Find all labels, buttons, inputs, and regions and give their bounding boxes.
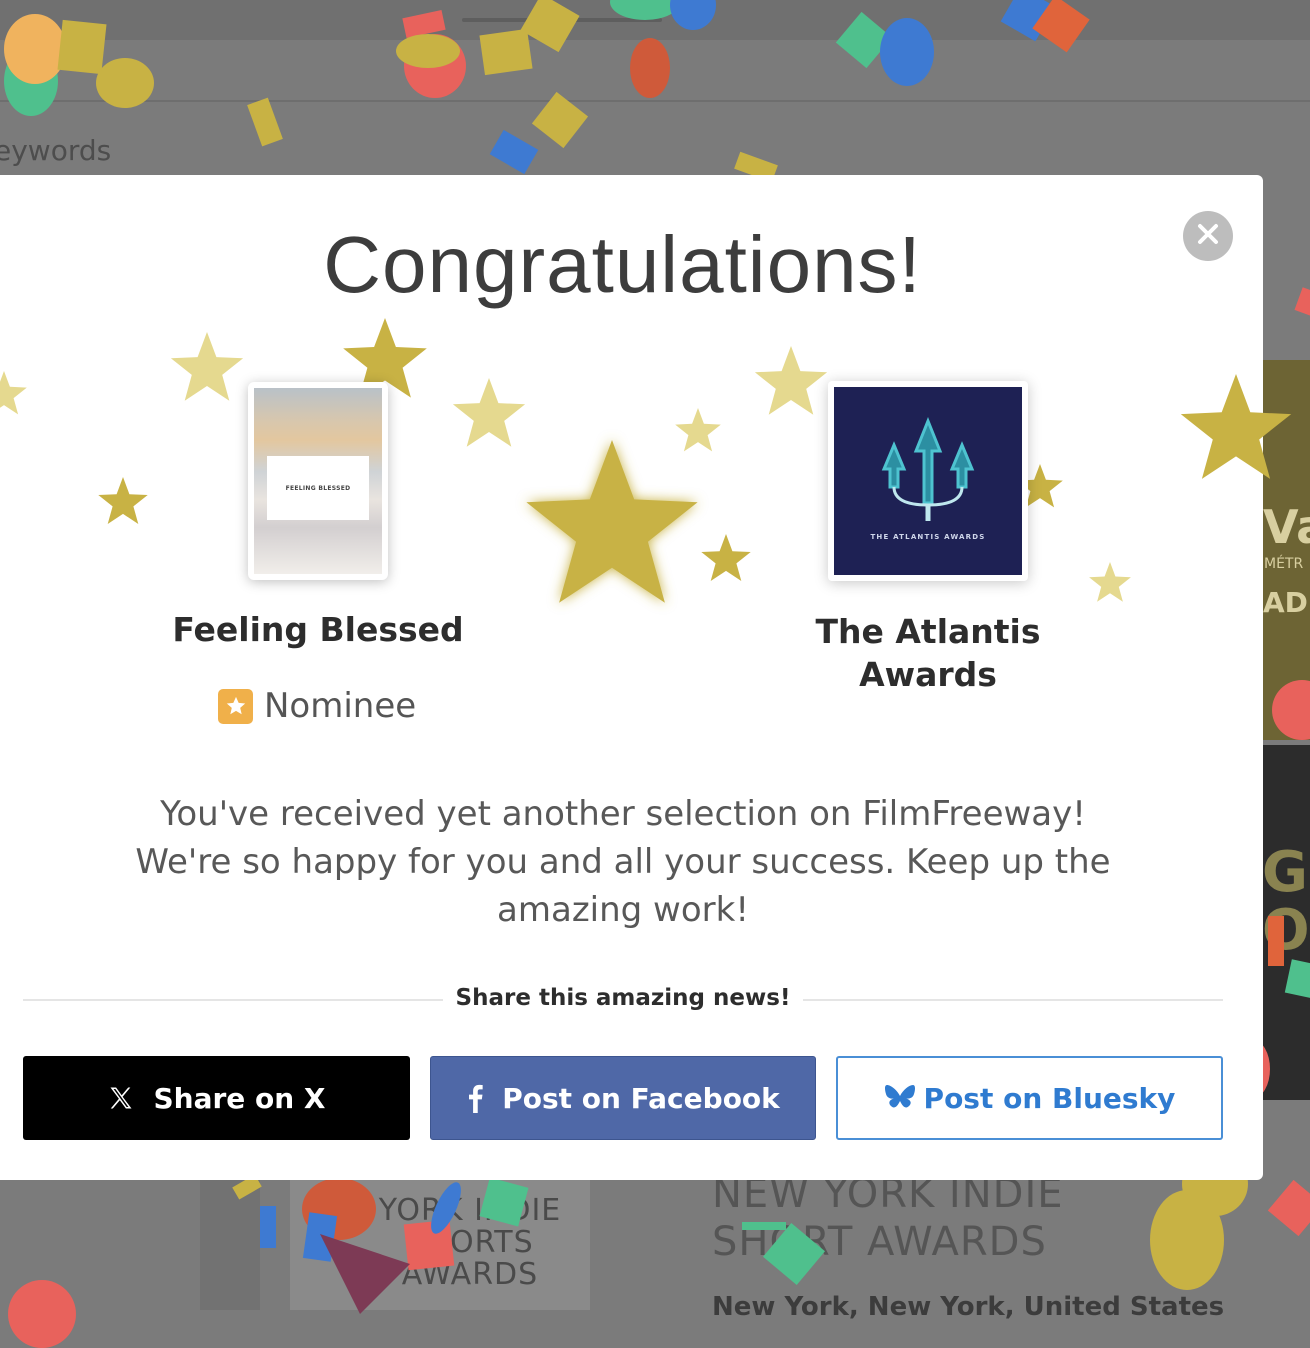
divider-right bbox=[803, 999, 1223, 1001]
post-on-bluesky-label: Post on Bluesky bbox=[923, 1081, 1176, 1115]
confetti-piece bbox=[57, 19, 107, 75]
project-title: Feeling Blessed bbox=[172, 610, 464, 649]
post-on-facebook-label: Post on Facebook bbox=[502, 1081, 780, 1115]
confetti-piece bbox=[630, 38, 670, 98]
festival-logo-text: THE ATLANTIS AWARDS bbox=[870, 533, 986, 541]
confetti-piece bbox=[96, 58, 154, 108]
background-right-text: ADLI bbox=[1263, 586, 1310, 619]
post-on-bluesky-button[interactable]: Post on Bluesky bbox=[836, 1056, 1223, 1140]
modal-title: Congratulations! bbox=[323, 220, 922, 309]
submission-status: Nominee bbox=[218, 686, 416, 726]
congratulations-message: You've received yet another selection on… bbox=[135, 794, 1111, 930]
confetti-piece bbox=[880, 18, 934, 86]
share-on-x-label: Share on X bbox=[153, 1081, 326, 1115]
confetti-piece bbox=[396, 34, 460, 68]
status-label: Nominee bbox=[264, 686, 417, 726]
confetti-piece bbox=[479, 28, 533, 76]
post-on-facebook-button[interactable]: Post on Facebook bbox=[430, 1056, 816, 1140]
background-right-text: MÉTR bbox=[1264, 556, 1304, 572]
trident-icon bbox=[881, 417, 975, 521]
confetti-piece bbox=[1268, 916, 1284, 966]
confetti-piece bbox=[4, 14, 66, 84]
facebook-icon bbox=[466, 1083, 484, 1113]
share-heading: Share this amazing news! bbox=[455, 985, 791, 1011]
divider-left bbox=[23, 999, 443, 1001]
x-logo-icon bbox=[107, 1084, 135, 1112]
poster-title-text: FEELING BLESSED bbox=[267, 456, 369, 520]
confetti-piece bbox=[8, 1280, 76, 1348]
confetti-piece bbox=[260, 1206, 276, 1248]
background-listing-location: New York, New York, United States bbox=[712, 1292, 1225, 1322]
confetti-piece bbox=[742, 1222, 786, 1230]
project-poster-image: FEELING BLESSED bbox=[254, 388, 382, 574]
background-right-text: Va bbox=[1263, 500, 1310, 554]
festival-title: The Atlantis Awards bbox=[815, 612, 1041, 694]
background-card bbox=[200, 1180, 260, 1310]
confetti-piece bbox=[320, 1234, 410, 1314]
background-search-placeholder: eywords bbox=[0, 134, 112, 167]
background-divider bbox=[0, 100, 1310, 102]
festival-logo-image: THE ATLANTIS AWARDS bbox=[834, 387, 1022, 575]
star-badge-icon bbox=[218, 688, 253, 724]
share-on-x-button[interactable]: Share on X bbox=[23, 1056, 410, 1140]
festival-logo: THE ATLANTIS AWARDS bbox=[828, 381, 1028, 581]
background-right-text: GO bbox=[1262, 840, 1310, 905]
project-poster: FEELING BLESSED bbox=[248, 382, 388, 580]
bluesky-butterfly-icon bbox=[884, 1083, 916, 1113]
